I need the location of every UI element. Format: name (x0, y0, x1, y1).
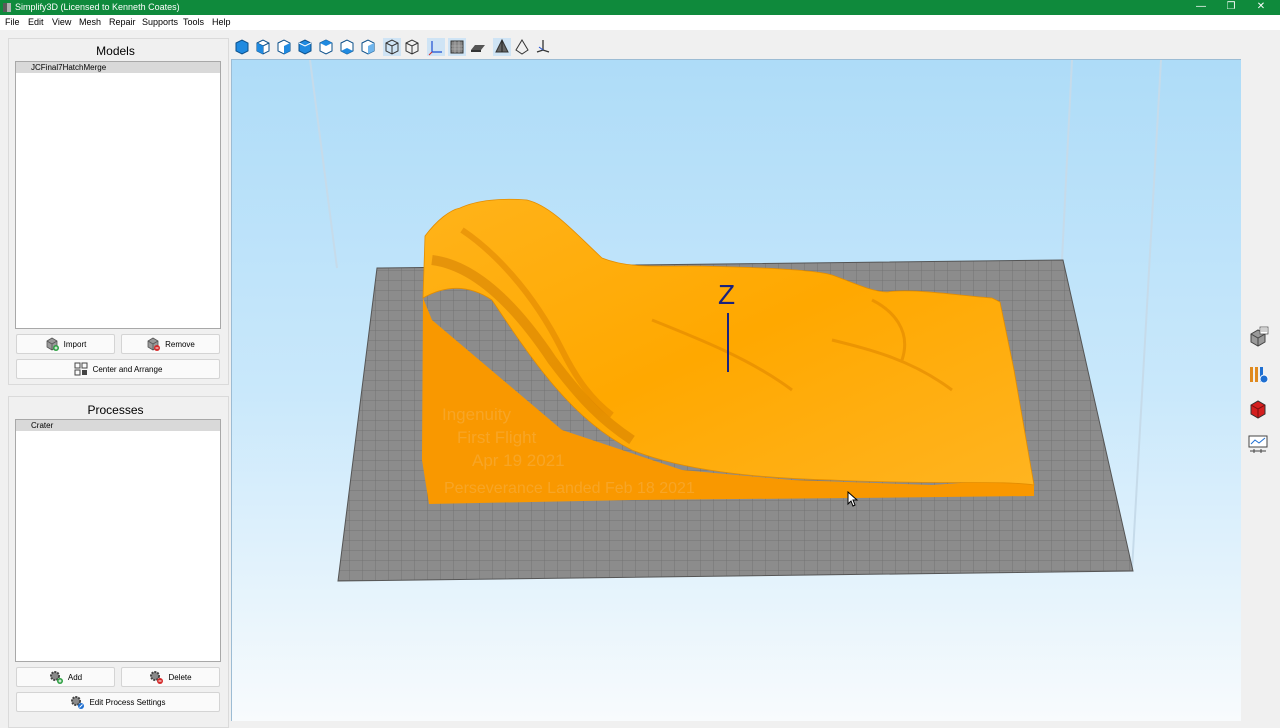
view-left-icon[interactable] (296, 38, 314, 56)
minimize-icon[interactable]: — (1186, 0, 1216, 15)
add-label: Add (67, 672, 83, 682)
view-right-icon[interactable] (317, 38, 335, 56)
ruler-icon[interactable] (534, 38, 552, 56)
edit-gear-icon (71, 696, 85, 709)
view-bottom-icon[interactable] (359, 38, 377, 56)
model-text-perseverance: Perseverance Landed Feb 18 2021 (444, 480, 695, 497)
view-back-icon[interactable] (275, 38, 293, 56)
center-arrange-label: Center and Arrange (92, 364, 163, 374)
menu-bar: File Edit View Mesh Repair Supports Tool… (0, 15, 1280, 30)
view-front-icon[interactable] (254, 38, 272, 56)
arrange-grid-icon (74, 362, 88, 376)
remove-label: Remove (165, 339, 195, 349)
model-text-ingenuity: Ingenuity (442, 405, 511, 424)
processes-title: Processes (87, 403, 144, 417)
window-title: Simplify3D (Licensed to Kenneth Coates) (15, 2, 180, 12)
add-gear-icon (49, 671, 63, 684)
delete-process-button[interactable]: Delete (121, 667, 220, 687)
model-text-first-flight: First Flight (457, 428, 537, 447)
axes-icon[interactable] (427, 38, 445, 56)
list-item[interactable]: JCFinal7HatchMerge (16, 62, 220, 73)
delete-gear-icon (150, 671, 164, 684)
menu-mesh[interactable]: Mesh (79, 17, 101, 27)
menu-edit[interactable]: Edit (28, 17, 44, 27)
model-text-date: Apr 19 2021 (472, 451, 565, 470)
delete-label: Delete (168, 672, 192, 682)
view-default-icon[interactable] (233, 38, 251, 56)
menu-file[interactable]: File (5, 17, 20, 27)
3d-viewport[interactable]: Ingenuity First Flight Apr 19 2021 Perse… (231, 59, 1241, 721)
menu-repair[interactable]: Repair (109, 17, 136, 27)
models-title: Models (96, 44, 135, 58)
outline-prism-icon[interactable] (513, 38, 531, 56)
remove-cube-icon (147, 337, 161, 351)
processes-list[interactable]: Crater (15, 419, 221, 662)
restore-icon[interactable]: ❐ (1216, 0, 1246, 15)
preview-icon[interactable] (1247, 434, 1269, 456)
material-cube-icon[interactable] (1247, 398, 1269, 420)
view-top-icon[interactable] (338, 38, 356, 56)
print-settings-icon[interactable] (1247, 326, 1269, 348)
edit-process-label: Edit Process Settings (89, 697, 166, 707)
build-volume-icon[interactable] (448, 38, 466, 56)
models-list[interactable]: JCFinal7HatchMerge (15, 61, 221, 329)
left-panel: Models JCFinal7HatchMerge Import Remove … (0, 30, 231, 728)
menu-help[interactable]: Help (212, 17, 231, 27)
scene-canvas[interactable]: Ingenuity First Flight Apr 19 2021 Perse… (232, 60, 1241, 721)
list-item[interactable]: Crater (16, 420, 220, 431)
import-button[interactable]: Import (16, 334, 115, 354)
app-logo-icon (3, 3, 11, 12)
shaded-prism-icon[interactable] (493, 38, 511, 56)
close-icon[interactable]: ✕ (1246, 0, 1276, 15)
add-process-button[interactable]: Add (16, 667, 115, 687)
bed-icon[interactable] (469, 38, 487, 56)
cross-section-icon[interactable] (1247, 363, 1269, 385)
import-label: Import (63, 339, 87, 349)
center-and-arrange-button[interactable]: Center and Arrange (16, 359, 220, 379)
menu-supports[interactable]: Supports (142, 17, 178, 27)
import-cube-icon (46, 337, 59, 351)
z-axis-label: Z (718, 279, 735, 310)
remove-button[interactable]: Remove (121, 334, 220, 354)
isometric-cube-icon[interactable] (383, 38, 401, 56)
edit-process-settings-button[interactable]: Edit Process Settings (16, 692, 220, 712)
menu-tools[interactable]: Tools (183, 17, 204, 27)
wireframe-cube-icon[interactable] (403, 38, 421, 56)
title-bar: Simplify3D (Licensed to Kenneth Coates) … (0, 0, 1280, 15)
mouse-cursor-icon (847, 491, 859, 507)
menu-view[interactable]: View (52, 17, 71, 27)
